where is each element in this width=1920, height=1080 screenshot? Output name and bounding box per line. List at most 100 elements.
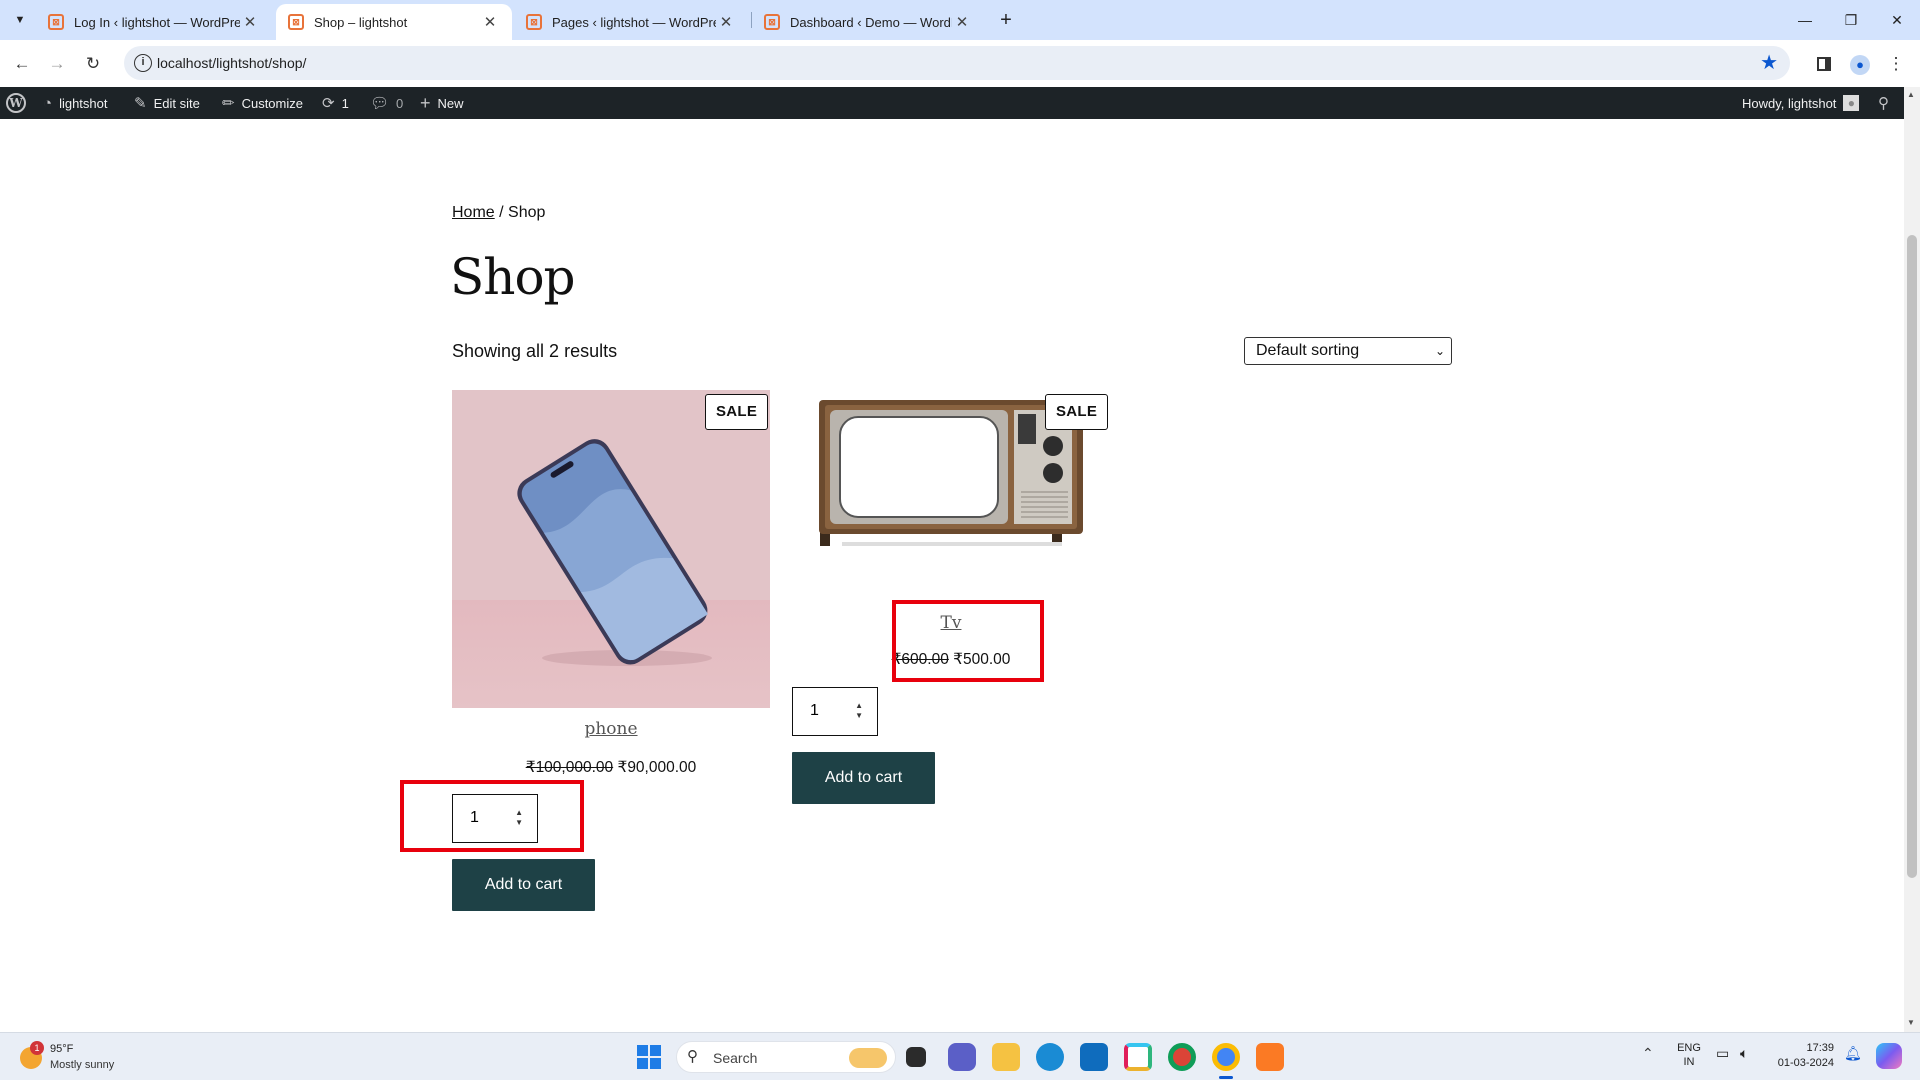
comment-bubble-icon: 💬︎ xyxy=(370,95,390,112)
edge-browser-icon[interactable] xyxy=(1036,1043,1064,1071)
tab-title: Dashboard ‹ Demo — WordPre xyxy=(790,14,952,30)
result-count: Showing all 2 results xyxy=(452,341,618,361)
wordpress-logo-icon: W xyxy=(6,93,26,113)
microsoft-store-icon[interactable] xyxy=(1080,1043,1108,1071)
menu-button[interactable]: ⋮ xyxy=(1882,50,1910,78)
language-indicator[interactable]: ENG IN xyxy=(1674,1041,1704,1069)
close-window-button[interactable]: ✕ xyxy=(1874,8,1920,32)
notification-bell-icon[interactable]: 🔔︎ xyxy=(1844,1045,1862,1062)
breadcrumb-home-link[interactable]: Home xyxy=(452,204,495,221)
updates-link[interactable]: ⟳ 1 xyxy=(322,87,349,119)
scroll-down-arrow-icon[interactable]: ▼ xyxy=(1907,1018,1915,1027)
windows-logo-icon xyxy=(637,1045,661,1069)
spinner-arrows-icon[interactable]: ▲ ▼ xyxy=(855,701,863,721)
tab-dashboard[interactable]: ⊠ Dashboard ‹ Demo — WordPre ✕ xyxy=(752,4,984,40)
edit-site-label: Edit site xyxy=(153,95,200,111)
browser-toolbar: ← → ↻ i localhost/lightshot/shop/ ★ ● ⋮ xyxy=(0,40,1920,87)
volume-muted-icon[interactable]: 🔈︎ xyxy=(1740,1045,1748,1062)
site-name-label: lightshot xyxy=(59,95,108,111)
address-bar[interactable]: i localhost/lightshot/shop/ ★ xyxy=(124,46,1790,80)
copilot-icon[interactable] xyxy=(1876,1043,1902,1069)
file-explorer-icon[interactable] xyxy=(992,1043,1020,1071)
start-button[interactable] xyxy=(637,1045,661,1069)
quantity-stepper[interactable]: 1 ▲ ▼ xyxy=(792,687,878,736)
tab-title: Shop – lightshot xyxy=(314,14,408,30)
back-button[interactable]: ← xyxy=(8,50,36,78)
region-code: IN xyxy=(1683,1056,1695,1068)
task-view-icon[interactable] xyxy=(906,1047,926,1067)
reload-icon: ↻ xyxy=(85,54,101,73)
plus-icon: + xyxy=(420,92,431,113)
scroll-up-arrow-icon[interactable]: ▲ xyxy=(1907,90,1915,99)
tab-pages[interactable]: ⊠ Pages ‹ lightshot — WordPress ✕ xyxy=(514,4,748,40)
user-avatar: ● xyxy=(1843,95,1860,111)
add-to-cart-button[interactable]: Add to cart xyxy=(452,859,595,911)
weather-widget[interactable]: 1 95°F Mostly sunny xyxy=(18,1041,138,1075)
comments-link[interactable]: 💬︎ 0 xyxy=(370,87,403,119)
taskbar-search-box[interactable]: ⚲ Search xyxy=(676,1041,896,1073)
teams-chat-icon[interactable] xyxy=(948,1043,976,1071)
site-info-icon[interactable]: i xyxy=(134,54,152,72)
add-to-cart-button[interactable]: Add to cart xyxy=(792,752,935,804)
customize-link[interactable]: ✏ Customize xyxy=(222,87,303,119)
kebab-menu-icon: ⋮ xyxy=(1887,54,1905,73)
url-text: localhost/lightshot/shop/ xyxy=(157,55,307,71)
chevron-down-icon: ▼ xyxy=(14,14,26,26)
close-tab-icon[interactable]: ✕ xyxy=(240,13,260,31)
wp-logo-menu[interactable]: W xyxy=(6,87,26,119)
page-title: Shop xyxy=(450,248,576,306)
bookmark-star-icon[interactable]: ★ xyxy=(1760,50,1778,75)
active-app-indicator xyxy=(1219,1076,1233,1079)
clock-date: 01-03-2024 xyxy=(1777,1057,1834,1069)
dashboard-icon: ◔ xyxy=(43,94,53,112)
forward-button[interactable]: → xyxy=(43,50,71,78)
breadcrumb-separator: / xyxy=(494,204,509,221)
browser-tab-strip: ▼ ⊠ Log In ‹ lightshot — WordPress ✕ ⊠ S… xyxy=(0,0,1920,40)
product-price: ₹100,000.00 ₹90,000.00 xyxy=(452,758,770,777)
annotation-highlight-box xyxy=(400,780,584,852)
site-name-menu[interactable]: ◔ lightshot xyxy=(43,87,107,119)
sale-price: ₹90,000.00 xyxy=(617,759,697,776)
windows-taskbar: 1 95°F Mostly sunny ⚲ Search ⌃ ENG IN ▭ … xyxy=(0,1032,1920,1080)
tab-login[interactable]: ⊠ Log In ‹ lightshot — WordPress ✕ xyxy=(36,4,272,40)
network-icon[interactable]: ▭ xyxy=(1716,1045,1729,1062)
restore-button[interactable]: ❐ xyxy=(1828,8,1874,32)
sale-badge: SALE xyxy=(705,394,769,430)
edit-site-link[interactable]: ✎ Edit site xyxy=(134,87,200,119)
slack-icon[interactable] xyxy=(1124,1043,1152,1071)
page-scrollbar-thumb[interactable] xyxy=(1907,235,1917,878)
side-panel-button[interactable] xyxy=(1810,50,1838,78)
xampp-icon[interactable] xyxy=(1256,1043,1284,1071)
clock[interactable]: 17:39 01-03-2024 xyxy=(1770,1041,1834,1071)
pencil-icon: ✏ xyxy=(222,95,235,112)
chrome-profile-icon[interactable] xyxy=(1168,1043,1196,1071)
search-highlight-icon xyxy=(849,1048,887,1068)
admin-search-button[interactable]: ⚲ xyxy=(1878,87,1889,119)
xampp-favicon-icon: ⊠ xyxy=(764,14,780,30)
close-tab-icon[interactable]: ✕ xyxy=(952,13,972,31)
sale-badge: SALE xyxy=(1045,394,1109,430)
comments-count: 0 xyxy=(396,95,404,111)
minimize-button[interactable]: — xyxy=(1782,8,1828,32)
language-code: ENG xyxy=(1677,1042,1701,1054)
product-image-phone[interactable] xyxy=(452,390,770,708)
close-tab-icon[interactable]: ✕ xyxy=(716,13,736,31)
tab-shop[interactable]: ⊠ Shop – lightshot ✕ xyxy=(276,4,512,40)
search-icon: ⚲ xyxy=(687,1048,698,1065)
side-panel-icon xyxy=(1817,57,1831,71)
chrome-active-icon[interactable] xyxy=(1212,1043,1240,1071)
tab-search-button[interactable]: ▼ xyxy=(8,8,32,32)
my-account-menu[interactable]: Howdy, lightshot ● xyxy=(1742,87,1860,119)
reload-button[interactable]: ↻ xyxy=(79,50,107,78)
show-hidden-icons-button[interactable]: ⌃ xyxy=(1642,1045,1654,1062)
xampp-favicon-icon: ⊠ xyxy=(48,14,64,30)
search-placeholder: Search xyxy=(713,1050,758,1066)
profile-button[interactable]: ● xyxy=(1846,50,1874,78)
new-content-menu[interactable]: + New xyxy=(420,87,464,119)
sorting-select[interactable]: Default sorting ⌄ xyxy=(1244,337,1452,365)
product-title-link[interactable]: phone xyxy=(452,719,770,739)
brush-icon: ✎ xyxy=(134,95,147,112)
close-tab-icon[interactable]: ✕ xyxy=(480,13,500,31)
new-tab-button[interactable]: + xyxy=(994,6,1018,34)
weather-temp: 95°F xyxy=(50,1043,74,1055)
